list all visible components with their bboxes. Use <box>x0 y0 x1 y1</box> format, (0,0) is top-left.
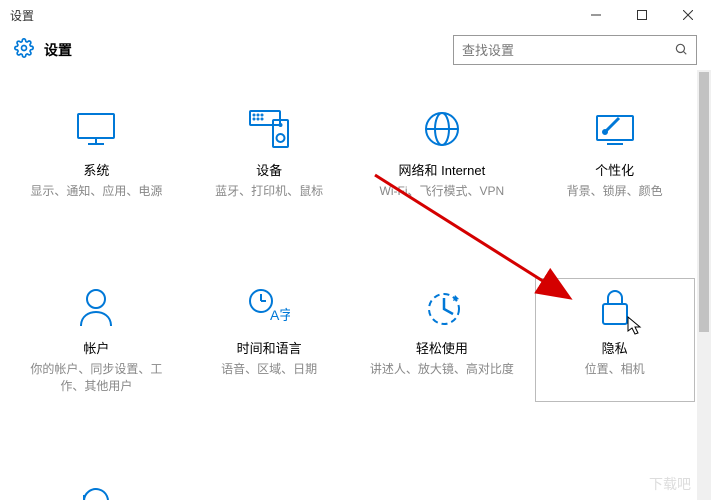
content-area: 系统 显示、通知、应用、电源 设备 蓝牙、打印机、鼠标 网络和 Internet… <box>0 70 711 500</box>
tile-title: 隐私 <box>602 338 628 357</box>
header: 设置 <box>0 30 711 70</box>
tile-title: 时间和语言 <box>237 338 302 357</box>
tile-network[interactable]: 网络和 Internet Wi-Fi、飞行模式、VPN <box>362 100 522 208</box>
globe-icon <box>424 108 460 150</box>
tile-title: 系统 <box>83 160 109 179</box>
system-icon <box>76 108 116 150</box>
tile-update-security[interactable]: 更新和安全 <box>16 472 176 500</box>
svg-text:A字: A字 <box>270 307 290 323</box>
tile-desc: 背景、锁屏、颜色 <box>563 183 667 200</box>
titlebar: 设置 <box>0 0 711 30</box>
person-icon <box>79 286 113 328</box>
tile-personalization[interactable]: 个性化 背景、锁屏、颜色 <box>535 100 695 208</box>
search-input[interactable] <box>462 43 674 58</box>
search-box[interactable] <box>453 35 697 65</box>
tile-desc: 讲述人、放大镜、高对比度 <box>366 361 518 378</box>
tile-devices[interactable]: 设备 蓝牙、打印机、鼠标 <box>189 100 349 208</box>
gear-icon <box>14 38 34 63</box>
tile-time-language[interactable]: A字 时间和语言 语音、区域、日期 <box>189 278 349 403</box>
devices-icon <box>249 108 289 150</box>
tile-desc: Wi-Fi、飞行模式、VPN <box>376 183 509 200</box>
window-title: 设置 <box>10 7 34 24</box>
tile-desc: 蓝牙、打印机、鼠标 <box>211 183 327 200</box>
tile-title: 网络和 Internet <box>399 160 486 179</box>
ease-of-access-icon <box>423 286 461 328</box>
tile-ease-of-access[interactable]: 轻松使用 讲述人、放大镜、高对比度 <box>362 278 522 403</box>
maximize-icon <box>637 10 647 20</box>
maximize-button[interactable] <box>619 0 665 30</box>
time-language-icon: A字 <box>248 286 290 328</box>
close-button[interactable] <box>665 0 711 30</box>
lock-icon <box>600 286 630 328</box>
tile-title: 帐户 <box>83 338 109 357</box>
minimize-button[interactable] <box>573 0 619 30</box>
tile-desc: 你的帐户、同步设置、工作、其他用户 <box>20 361 172 395</box>
tile-title: 个性化 <box>595 160 634 179</box>
minimize-icon <box>591 10 601 20</box>
tile-system[interactable]: 系统 显示、通知、应用、电源 <box>16 100 176 208</box>
tile-accounts[interactable]: 帐户 你的帐户、同步设置、工作、其他用户 <box>16 278 176 403</box>
tile-desc: 位置、相机 <box>581 361 649 378</box>
tile-privacy[interactable]: 隐私 位置、相机 <box>535 278 695 403</box>
tile-title: 轻松使用 <box>416 338 468 357</box>
tile-desc: 语音、区域、日期 <box>217 361 321 378</box>
personalization-icon <box>595 108 635 150</box>
tile-title: 设备 <box>256 160 282 179</box>
titlebar-controls <box>573 0 711 30</box>
settings-grid: 系统 显示、通知、应用、电源 设备 蓝牙、打印机、鼠标 网络和 Internet… <box>10 100 701 500</box>
tile-desc: 显示、通知、应用、电源 <box>26 183 166 200</box>
close-icon <box>683 10 693 20</box>
search-icon <box>674 42 688 59</box>
page-title: 设置 <box>44 40 72 60</box>
update-icon <box>78 480 114 500</box>
